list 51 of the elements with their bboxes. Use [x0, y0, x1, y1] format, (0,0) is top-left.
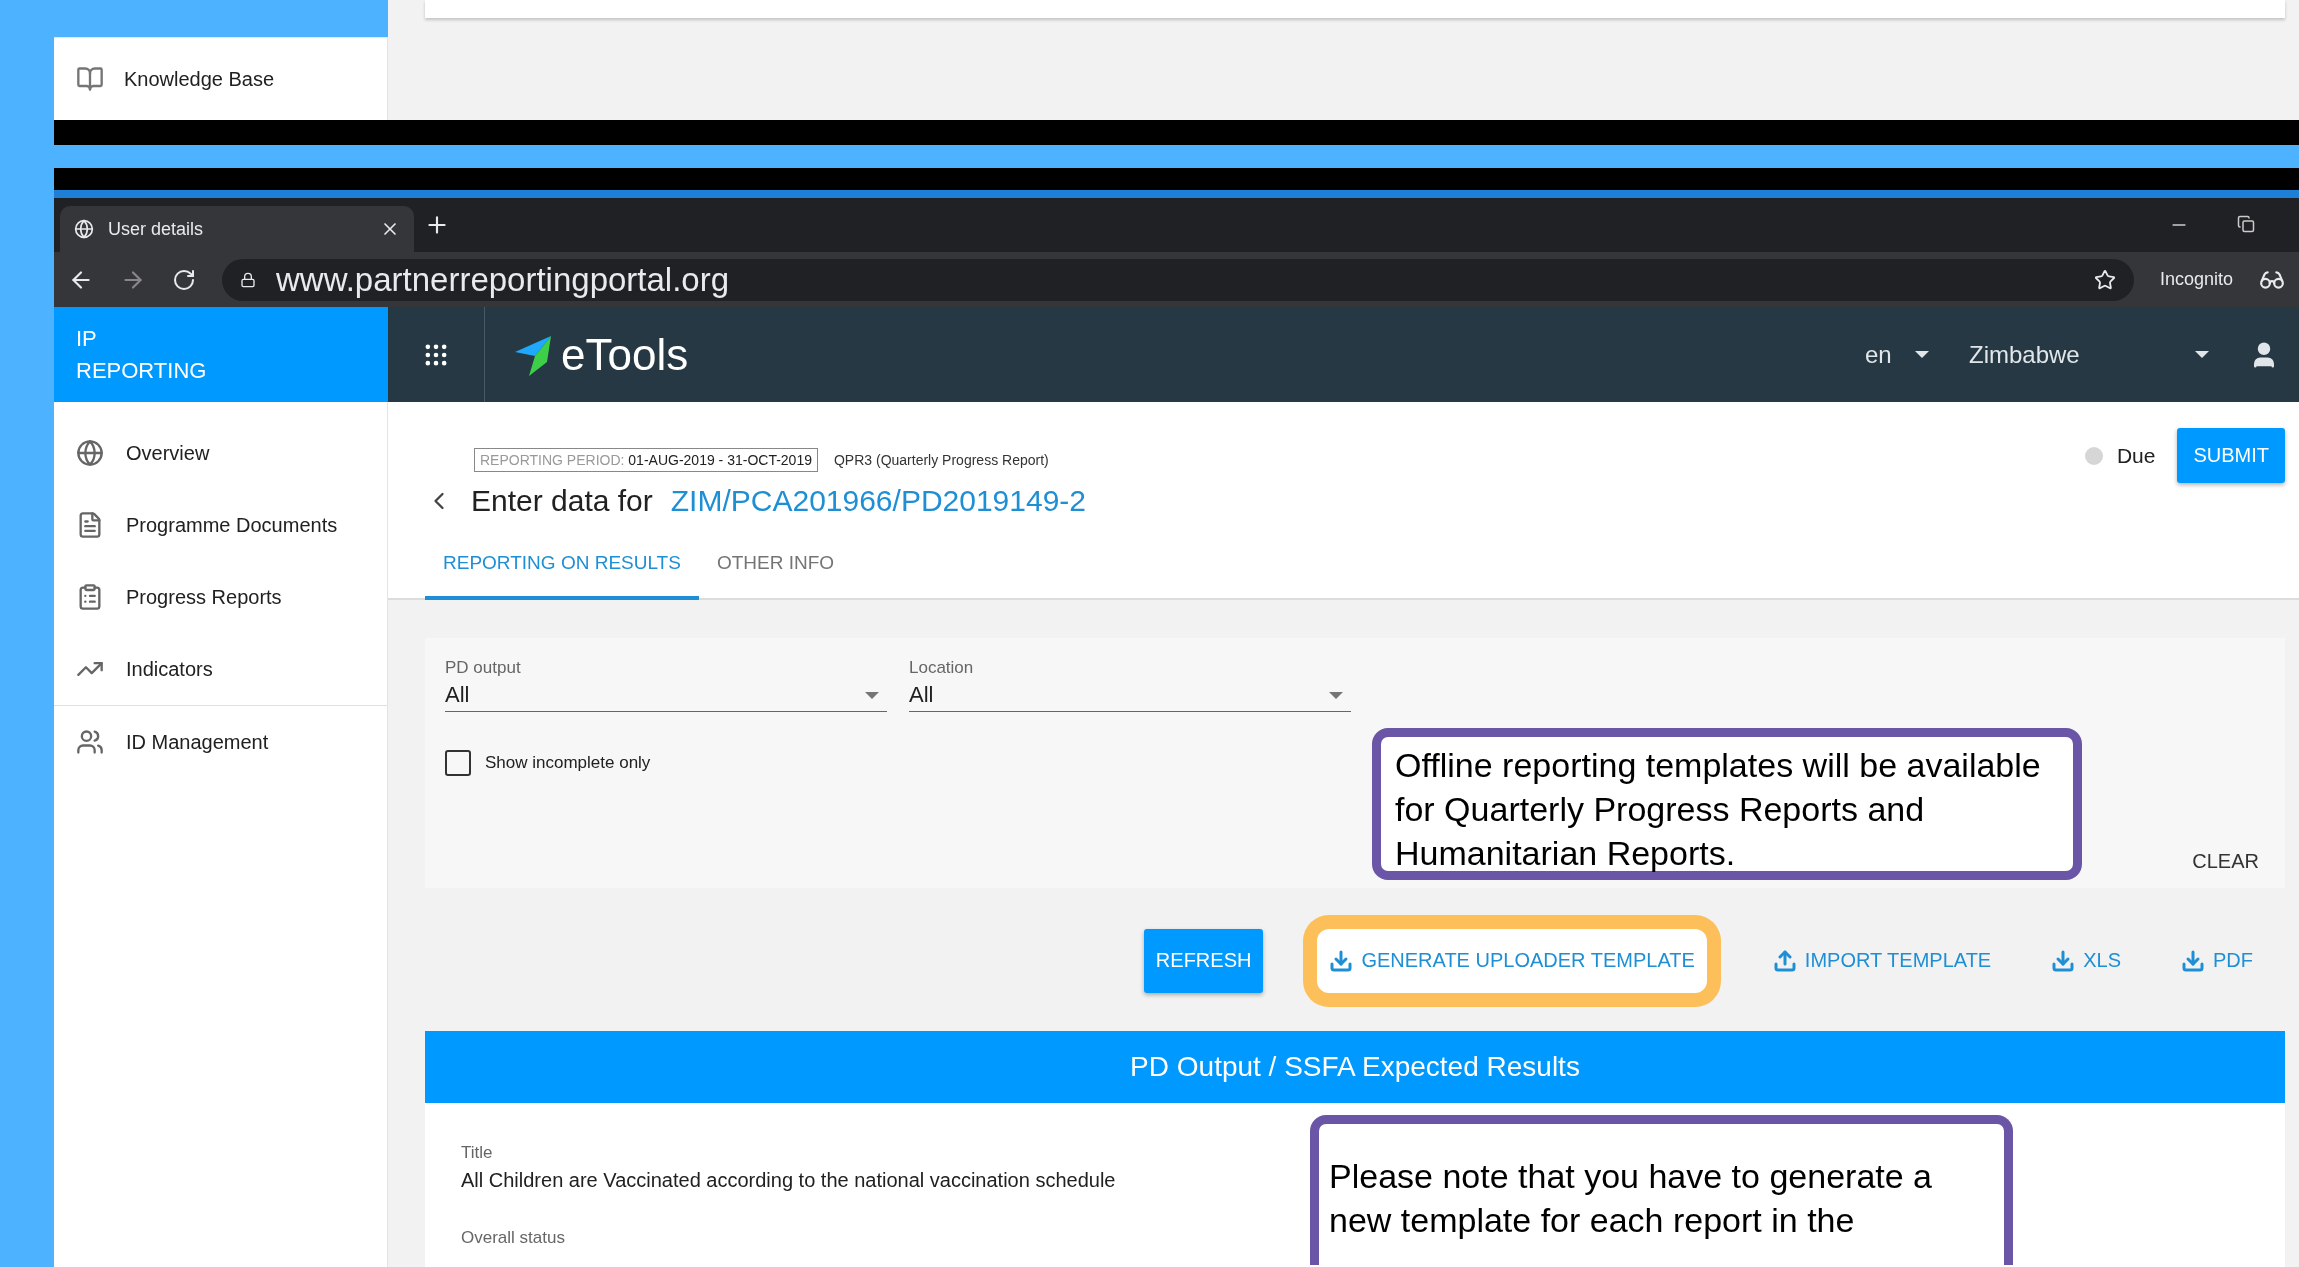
- profile-label: Incognito: [2159, 269, 2233, 290]
- star-icon[interactable]: [2093, 268, 2116, 291]
- callout-note: Offline reporting templates will be available for Quarterly Progress Reports and Humanitarian Reports.: [1372, 728, 2082, 880]
- sidebar-item[interactable]: Knowledge Base: [124, 67, 275, 91]
- report-type: QPR3 (Quarterly Progress Report): [833, 452, 1049, 468]
- brand-text: REPORTING: [76, 357, 208, 384]
- country-dropdown[interactable]: Zimbabwe: [1969, 340, 2209, 369]
- filter-dropdown[interactable]: PD output All: [445, 658, 887, 712]
- url-text: www.partnerreportingportal.org: [276, 260, 731, 299]
- tab[interactable]: REPORTING ON RESULTS: [425, 532, 699, 600]
- sidebar-item[interactable]: Progress Reports: [54, 561, 387, 633]
- checkbox[interactable]: [445, 750, 471, 776]
- callout-note: Please note that you have to generate a new template for each report in the: [1310, 1115, 2013, 1265]
- logo-text: eTools: [561, 329, 689, 380]
- caret-icon: [1329, 691, 1343, 699]
- caret-icon: [865, 691, 879, 699]
- section-header: PD Output / SSFA Expected Results: [425, 1031, 2285, 1103]
- people-icon: [76, 728, 104, 756]
- field-value: All Children are Vaccinated according to the national vaccination schedule: [461, 1169, 1116, 1192]
- sidebar-item[interactable]: Programme Documents: [54, 489, 387, 561]
- reference-link[interactable]: ZIM/PCA201966/PD2019149-2: [670, 484, 1087, 518]
- field-label: Title: [461, 1143, 494, 1163]
- brand-text: IP: [76, 325, 98, 352]
- status-text: Due: [2116, 443, 2156, 468]
- checkbox-label: Show incomplete only: [485, 753, 651, 773]
- caret-icon: [2195, 351, 2209, 358]
- reporting-period: REPORTING PERIOD: 01-AUG-2019 - 31-OCT-2019: [474, 448, 818, 472]
- sidebar-item[interactable]: Overview: [54, 417, 387, 489]
- page-title: Enter data for: [471, 484, 653, 518]
- tab[interactable]: OTHER INFO: [698, 532, 853, 600]
- status-dot: [2084, 446, 2103, 465]
- download-icon: [2181, 948, 2205, 973]
- tab-title: User details: [108, 218, 205, 240]
- field-label: Overall status: [461, 1228, 566, 1248]
- download-icon: [2051, 948, 2076, 973]
- download-icon: [1329, 948, 1354, 973]
- restore-icon[interactable]: [2237, 215, 2255, 233]
- sidebar-item[interactable]: ID Management: [54, 706, 387, 778]
- reload-icon[interactable]: [172, 267, 196, 292]
- language-dropdown[interactable]: en: [1865, 340, 1929, 369]
- filter-dropdown[interactable]: Location All: [909, 658, 1351, 712]
- clear-button[interactable]: CLEAR: [2186, 849, 2265, 874]
- browser-tab[interactable]: User details: [60, 206, 414, 252]
- upload-icon: [1772, 948, 1797, 973]
- address-bar[interactable]: www.partnerreportingportal.org: [222, 258, 2134, 301]
- globe-icon: [74, 219, 94, 239]
- lock-icon: [240, 271, 256, 288]
- caret-icon: [1915, 351, 1929, 358]
- globe-icon: [76, 439, 104, 467]
- sidebar-item[interactable]: Indicators: [54, 633, 387, 705]
- book-icon: [76, 65, 104, 93]
